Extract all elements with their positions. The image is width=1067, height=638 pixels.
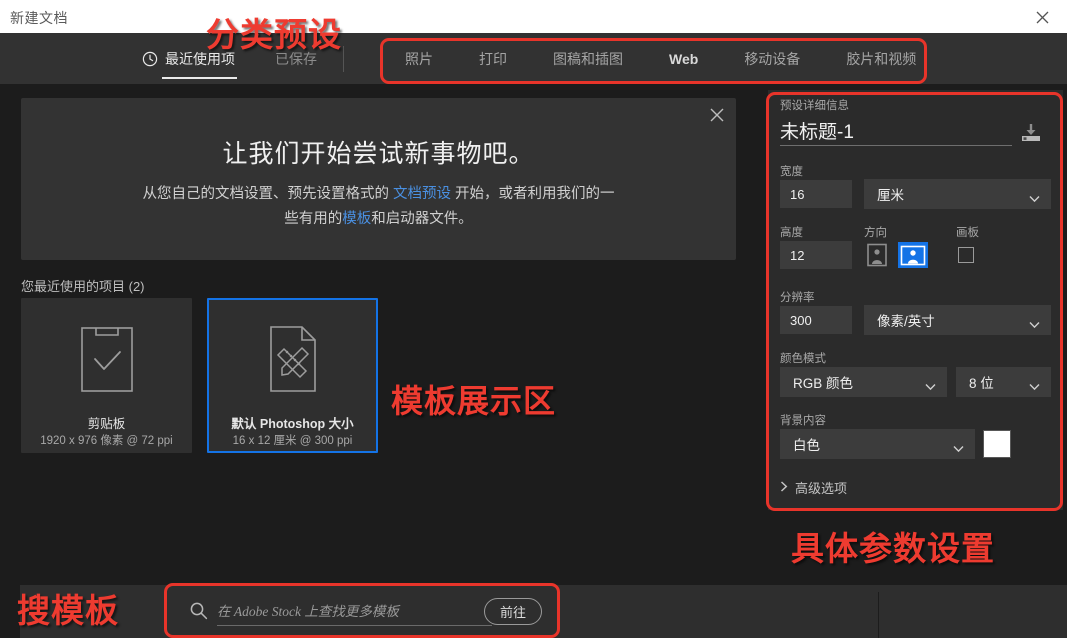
width-unit-select[interactable]: 厘米 — [864, 179, 1051, 209]
tab-print[interactable]: 打印 — [456, 33, 530, 84]
chevron-down-icon — [1029, 191, 1040, 203]
tab-web[interactable]: Web — [646, 33, 721, 84]
recent-item-meta: 1920 x 976 像素 @ 72 ppi — [40, 435, 173, 447]
promo-banner: 让我们开始尝试新事物吧。 从您自己的文档设置、预先设置格式的 文档预设 开始，或… — [21, 98, 736, 260]
new-document-dialog: 新建文档 最近使用项 已保存 照片 打印 图稿和插图 Web 移动设备 胶片和视… — [0, 0, 1067, 638]
color-mode-select[interactable]: RGB 颜色 — [780, 367, 947, 397]
primary-tabs: 最近使用项 已保存 — [142, 33, 348, 84]
color-depth-value: 8 位 — [969, 376, 994, 391]
background-label: 背景内容 — [780, 415, 826, 427]
save-preset-icon[interactable] — [1018, 122, 1044, 149]
artboard-checkbox[interactable] — [958, 247, 974, 263]
color-depth-select[interactable]: 8 位 — [956, 367, 1051, 397]
annotation-label-parameter-settings: 具体参数设置 — [791, 529, 995, 568]
document-preset-link[interactable]: 文档预设 — [393, 186, 451, 202]
width-label: 宽度 — [780, 166, 803, 178]
recent-item-clipboard[interactable]: 剪贴板 1920 x 976 像素 @ 72 ppi — [21, 298, 192, 453]
search-icon — [189, 601, 208, 625]
tab-photo[interactable]: 照片 — [382, 33, 456, 84]
background-value: 白色 — [793, 438, 820, 453]
close-icon[interactable] — [1025, 5, 1059, 29]
tab-recent-underline — [162, 77, 237, 79]
tab-film-video[interactable]: 胶片和视频 — [823, 33, 939, 84]
width-input[interactable] — [780, 180, 852, 208]
advanced-options-toggle[interactable]: 高级选项 — [780, 478, 847, 497]
recent-item-default-photoshop-size[interactable]: 默认 Photoshop 大小 16 x 12 厘米 @ 300 ppi — [207, 298, 378, 453]
bottom-bar-divider — [878, 592, 879, 638]
resolution-label: 分辨率 — [780, 292, 815, 304]
chevron-down-icon — [1029, 379, 1040, 391]
resolution-input[interactable] — [780, 306, 852, 334]
tab-divider — [343, 45, 344, 72]
document-name-input[interactable] — [780, 116, 1012, 146]
promo-line1-b: 开始，或者利用我们的一 — [451, 186, 615, 202]
tab-art-illustration[interactable]: 图稿和插图 — [530, 33, 646, 84]
recent-item-name: 剪贴板 — [87, 417, 126, 431]
recent-items-heading: 您最近使用的项目 (2) — [21, 279, 145, 294]
promo-line1-a: 从您自己的文档设置、预先设置格式的 — [142, 186, 393, 202]
tab-recent-label: 最近使用项 — [165, 50, 235, 67]
preset-details-panel: 预设详细信息 宽度 厘米 高度 方向 — [768, 90, 1063, 510]
height-label: 高度 — [780, 227, 803, 239]
height-input[interactable] — [780, 241, 852, 269]
background-color-swatch[interactable] — [983, 430, 1011, 458]
recent-item-meta: 16 x 12 厘米 @ 300 ppi — [232, 435, 353, 447]
templates-link[interactable]: 模板 — [342, 211, 371, 227]
chevron-right-icon — [780, 480, 788, 495]
search-go-button[interactable]: 前往 — [484, 598, 542, 625]
window-title: 新建文档 — [10, 10, 68, 26]
tab-recent[interactable]: 最近使用项 — [142, 33, 253, 84]
template-search-bar: 前往 — [167, 585, 557, 638]
presets-pane: 让我们开始尝试新事物吧。 从您自己的文档设置、预先设置格式的 文档预设 开始，或… — [0, 84, 752, 638]
width-unit-value: 厘米 — [877, 188, 904, 203]
clock-icon — [142, 51, 158, 67]
promo-line2-b: 和启动器文件。 — [371, 211, 473, 227]
artboard-label: 画板 — [956, 227, 979, 239]
recent-items-list: 剪贴板 1920 x 976 像素 @ 72 ppi 默认 Photoshop … — [21, 298, 378, 453]
promo-close-icon[interactable] — [710, 107, 724, 126]
tab-bar: 最近使用项 已保存 照片 打印 图稿和插图 Web 移动设备 胶片和视频 — [0, 33, 1067, 84]
tab-saved[interactable]: 已保存 — [253, 33, 339, 84]
chevron-down-icon — [925, 379, 936, 391]
tab-mobile[interactable]: 移动设备 — [721, 33, 823, 84]
resolution-unit-value: 像素/英寸 — [877, 314, 935, 329]
recent-item-name: 默认 Photoshop 大小 — [231, 417, 354, 431]
promo-title: 让我们开始尝试新事物吧。 — [222, 140, 535, 168]
landscape-orientation-icon[interactable] — [898, 242, 928, 268]
document-pencil-ruler-icon — [209, 316, 376, 402]
color-mode-label: 颜色模式 — [780, 353, 826, 365]
background-select[interactable]: 白色 — [780, 429, 975, 459]
clipboard-check-icon — [23, 316, 190, 402]
chevron-down-icon — [1029, 317, 1040, 329]
advanced-options-label: 高级选项 — [795, 481, 848, 496]
promo-description: 从您自己的文档设置、预先设置格式的 文档预设 开始，或者利用我们的一 些有用的模… — [91, 182, 666, 232]
chevron-down-icon — [953, 441, 964, 453]
resolution-unit-select[interactable]: 像素/英寸 — [864, 305, 1051, 335]
color-mode-value: RGB 颜色 — [793, 376, 854, 391]
orientation-label: 方向 — [864, 227, 887, 239]
search-input[interactable] — [217, 598, 492, 626]
portrait-orientation-icon[interactable] — [864, 242, 890, 268]
preset-details-heading: 预设详细信息 — [780, 100, 849, 112]
category-tabs: 照片 打印 图稿和插图 Web 移动设备 胶片和视频 — [382, 33, 939, 84]
promo-line2-a: 些有用的 — [284, 211, 343, 227]
title-bar: 新建文档 — [0, 0, 1067, 33]
